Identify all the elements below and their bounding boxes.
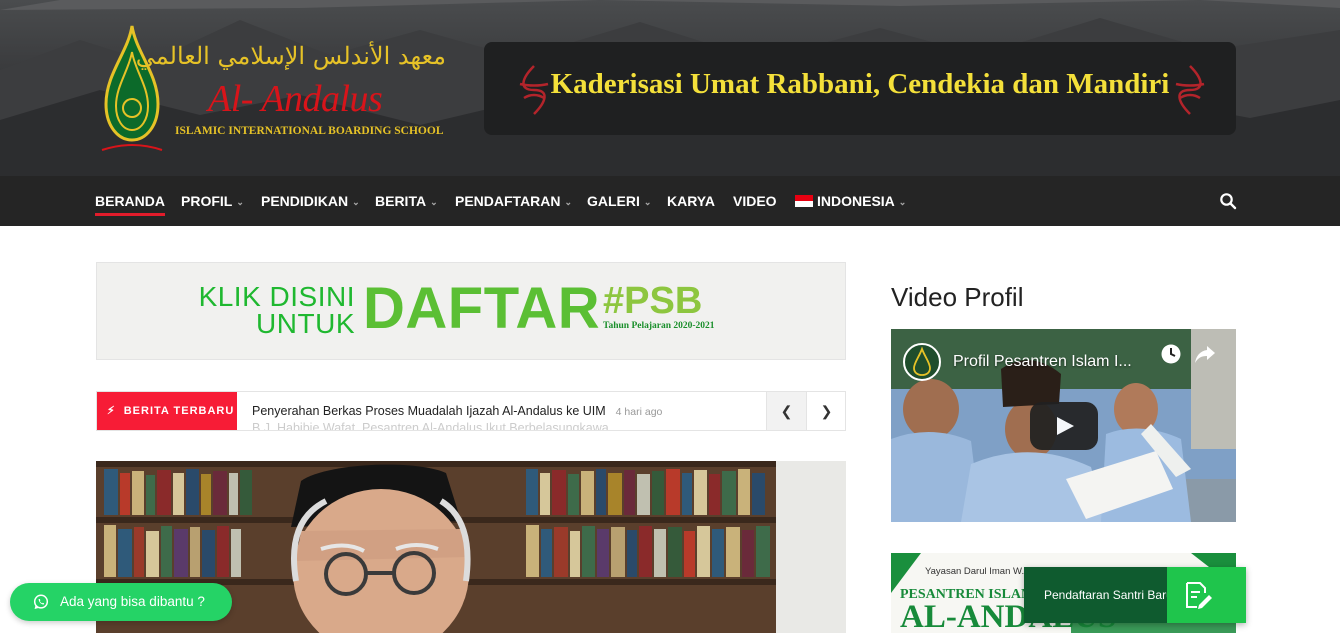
chevron-down-icon: ⌄ (898, 197, 907, 207)
chevron-down-icon: ⌄ (564, 197, 573, 207)
banner-line-1: KLIK DISINI (198, 281, 355, 312)
bolt-icon: ⚡︎ (107, 405, 116, 417)
ornament-right-icon (1175, 65, 1205, 115)
nav-label: BERITA (375, 193, 427, 209)
psb-registration-banner[interactable]: KLIK DISINI UNTUK DAFTAR #PSB Tahun Pela… (96, 262, 846, 360)
nav-label: BERANDA (95, 193, 165, 209)
nav-item-language[interactable]: INDONESIA ⌄ (795, 176, 906, 226)
nav-item-berita[interactable]: BERITA ⌄ (375, 176, 438, 226)
nav-label: PROFIL (181, 193, 233, 209)
nav-item-pendidikan[interactable]: PENDIDIKAN ⌄ (261, 176, 360, 226)
nav-item-karya[interactable]: KARYA (667, 176, 715, 226)
video-title[interactable]: Profil Pesantren Islam I... (953, 353, 1132, 371)
whatsapp-chat-button[interactable]: Ada yang bisa dibantu ? (10, 583, 232, 621)
search-icon[interactable] (1219, 192, 1237, 210)
chevron-down-icon: ⌄ (236, 197, 244, 207)
registration-float-button[interactable]: Pendaftaran Santri Baru (1024, 567, 1246, 623)
nav-label: GALERI (587, 193, 640, 209)
play-button[interactable] (1030, 402, 1098, 450)
chevron-down-icon: ⌄ (352, 197, 360, 207)
sidebar-video-title: Video Profil (891, 282, 1024, 312)
ticker-headline[interactable]: Penyerahan Berkas Proses Muadalah Ijazah… (252, 392, 663, 430)
ticker-label: ⚡︎ BERITA TERBARU (97, 392, 237, 430)
ad-organization: Yayasan Darul Iman W... (925, 566, 1030, 577)
chevron-down-icon: ⌄ (643, 197, 652, 207)
nav-item-video[interactable]: VIDEO (733, 176, 777, 226)
nav-item-profil[interactable]: PROFIL ⌄ (181, 176, 244, 226)
site-header: معهد الأندلس الإسلامي العالمي Al- Andalu… (0, 0, 1340, 176)
nav-item-beranda[interactable]: BERANDA (95, 176, 165, 226)
whatsapp-label: Ada yang bisa dibantu ? (60, 594, 205, 609)
nav-label: PENDIDIKAN (261, 193, 349, 209)
nav-item-galeri[interactable]: GALERI ⌄ (587, 176, 651, 226)
chevron-left-icon: ❮ (780, 403, 793, 419)
banner-cta-text: KLIK DISINI UNTUK (191, 281, 355, 339)
youtube-video-embed[interactable]: Profil Pesantren Islam I... (891, 329, 1236, 522)
logo-subtitle: ISLAMIC INTERNATIONAL BOARDING SCHOOL (175, 125, 444, 137)
channel-logo-icon (913, 346, 931, 376)
ticker-label-text: BERITA TERBARU (123, 405, 235, 417)
nav-label: PENDAFTARAN (455, 193, 561, 209)
banner-psb: #PSB (603, 280, 703, 322)
registration-label: Pendaftaran Santri Baru (1044, 588, 1173, 602)
indonesia-flag-icon (795, 195, 813, 207)
site-logo[interactable]: معهد الأندلس الإسلامي العالمي Al- Andalu… (96, 22, 456, 157)
banner-year: Tahun Pelajaran 2020-2021 (603, 321, 715, 331)
banner-daftar: DAFTAR (363, 276, 601, 341)
main-nav: BERANDA PROFIL ⌄ PENDIDIKAN ⌄ BERITA ⌄ PEND… (0, 176, 1340, 226)
logo-arabic-text: معهد الأندلس الإسلامي العالمي (135, 42, 446, 70)
share-icon[interactable] (1194, 343, 1216, 365)
ticker-time: 4 hari ago (615, 406, 663, 418)
watch-later-icon[interactable] (1160, 343, 1182, 365)
nav-label: INDONESIA (817, 193, 895, 209)
channel-avatar[interactable] (903, 343, 941, 381)
ticker-next-button[interactable]: ❯ (806, 392, 845, 430)
nav-label: KARYA (667, 193, 715, 209)
edit-document-icon (1186, 582, 1212, 609)
whatsapp-icon (33, 594, 49, 609)
chevron-right-icon: ❯ (820, 403, 833, 419)
logo-name: Al- Andalus (208, 78, 383, 120)
tagline-banner: Kaderisasi Umat Rabbani, Cendekia dan Ma… (484, 42, 1236, 135)
tagline-text: Kaderisasi Umat Rabbani, Cendekia dan Ma… (550, 68, 1170, 100)
nav-item-pendaftaran[interactable]: PENDAFTARAN ⌄ (455, 176, 572, 226)
ticker-headline-text[interactable]: Penyerahan Berkas Proses Muadalah Ijazah… (252, 404, 606, 418)
ticker-prev-button[interactable]: ❮ (766, 392, 806, 430)
chevron-down-icon: ⌄ (430, 197, 438, 207)
banner-line-2: UNTUK (256, 308, 355, 339)
news-ticker: ⚡︎ BERITA TERBARU B.J. Habibie Wafat, Pes… (96, 391, 846, 431)
nav-label: VIDEO (733, 193, 777, 209)
registration-icon-box (1167, 567, 1246, 623)
